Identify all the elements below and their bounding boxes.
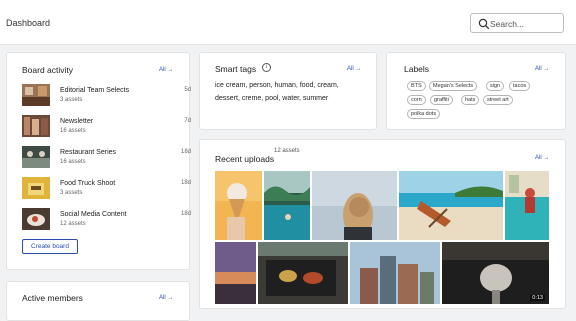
woman-pool-photo: [505, 171, 549, 240]
recent-uploads-count: 12 assets: [274, 148, 300, 154]
smart-tags-title: Smart tags: [215, 64, 257, 74]
board-age: 18d: [180, 149, 191, 155]
board-age: 7d: [184, 118, 191, 124]
board-name: Editorial Team Selects: [60, 87, 130, 94]
board-activity-title: Board activity: [22, 65, 74, 75]
board-thumbnail: [22, 115, 50, 137]
info-icon[interactable]: i: [262, 63, 271, 72]
label-chip[interactable]: BTS: [407, 81, 426, 91]
label-chip[interactable]: polka dots: [407, 109, 441, 119]
board-item[interactable]: Food Truck Shoot 3 assets 18d: [22, 177, 191, 199]
upload-thumbnail[interactable]: [215, 242, 256, 304]
top-bar: Dashboard Search...: [0, 0, 576, 45]
sunset-photo: [215, 242, 256, 304]
active-members-card: Active members All →: [6, 281, 190, 321]
label-chip[interactable]: Megan's Selects: [429, 81, 478, 91]
board-name: Social Media Content: [60, 211, 127, 218]
label-chip[interactable]: hats: [461, 95, 480, 105]
active-members-all-link[interactable]: All →: [159, 295, 173, 301]
board-activity-card: Board activity All → Editorial Team Sele…: [6, 52, 191, 270]
active-members-title: Active members: [22, 293, 83, 303]
labels-title: Labels: [404, 64, 430, 74]
label-chip[interactable]: corn: [407, 95, 426, 105]
city-photo: [350, 242, 440, 304]
upload-thumbnail[interactable]: [350, 242, 440, 304]
board-asset-count: 12 assets: [60, 221, 86, 227]
labels-card: Labels All → BTS Megan's Selects sign ta…: [386, 52, 566, 130]
pool-photo: [264, 171, 310, 240]
board-thumbnail: [22, 84, 50, 106]
video-duration: 0:13: [530, 295, 545, 301]
board-age: 5d: [184, 87, 191, 93]
grill-photo: [258, 242, 348, 304]
upload-thumbnail[interactable]: [399, 171, 503, 240]
upload-thumbnail[interactable]: [505, 171, 549, 240]
page-title: Dashboard: [6, 18, 51, 28]
board-age: 18d: [180, 180, 191, 186]
board-asset-count: 16 assets: [60, 128, 86, 134]
smart-tags-list: ice cream, person, human, food, cream, d…: [215, 82, 339, 102]
board-activity-all-link[interactable]: All →: [159, 67, 173, 73]
board-item[interactable]: Newsletter 16 assets 7d: [22, 115, 191, 137]
search-icon: [478, 18, 490, 30]
woman-hair-photo: [312, 171, 397, 240]
recent-uploads-title: Recent uploads: [215, 154, 275, 164]
board-asset-count: 3 assets: [60, 190, 83, 196]
upload-video-thumbnail[interactable]: 0:13: [442, 242, 549, 304]
board-name: Restaurant Series: [60, 149, 117, 156]
label-chip[interactable]: sign: [486, 81, 505, 91]
board-thumbnail: [22, 177, 50, 199]
smart-tags-card: Smart tags i All → ice cream, person, hu…: [199, 52, 377, 130]
search-input[interactable]: Search...: [490, 19, 524, 29]
search-box[interactable]: Search...: [470, 13, 564, 33]
label-chip[interactable]: street art: [483, 95, 513, 105]
board-thumbnail: [22, 208, 50, 230]
board-name: Newsletter: [60, 118, 94, 125]
board-thumbnail: [22, 146, 50, 168]
board-item[interactable]: Restaurant Series 16 assets 18d: [22, 146, 191, 168]
board-asset-count: 16 assets: [60, 159, 86, 165]
label-chip[interactable]: graffiti: [430, 95, 453, 105]
ice-cream-photo: [215, 171, 262, 240]
board-name: Food Truck Shoot: [60, 180, 116, 187]
upload-thumbnail[interactable]: [264, 171, 310, 240]
upload-thumbnail[interactable]: [258, 242, 348, 304]
board-asset-count: 3 assets: [60, 97, 83, 103]
board-item[interactable]: Social Media Content 12 assets 18d: [22, 208, 191, 230]
recent-uploads-all-link[interactable]: All →: [535, 155, 549, 161]
upload-thumbnail[interactable]: [215, 171, 262, 240]
create-board-button[interactable]: Create board: [22, 239, 78, 254]
labels-all-link[interactable]: All →: [535, 66, 549, 72]
board-item[interactable]: Editorial Team Selects 3 assets 5d: [22, 84, 191, 106]
label-chip[interactable]: tacos: [509, 81, 531, 91]
beach-chair-photo: [399, 171, 503, 240]
board-age: 18d: [180, 211, 191, 217]
smart-tags-all-link[interactable]: All →: [347, 66, 361, 72]
upload-thumbnail[interactable]: [312, 171, 397, 240]
